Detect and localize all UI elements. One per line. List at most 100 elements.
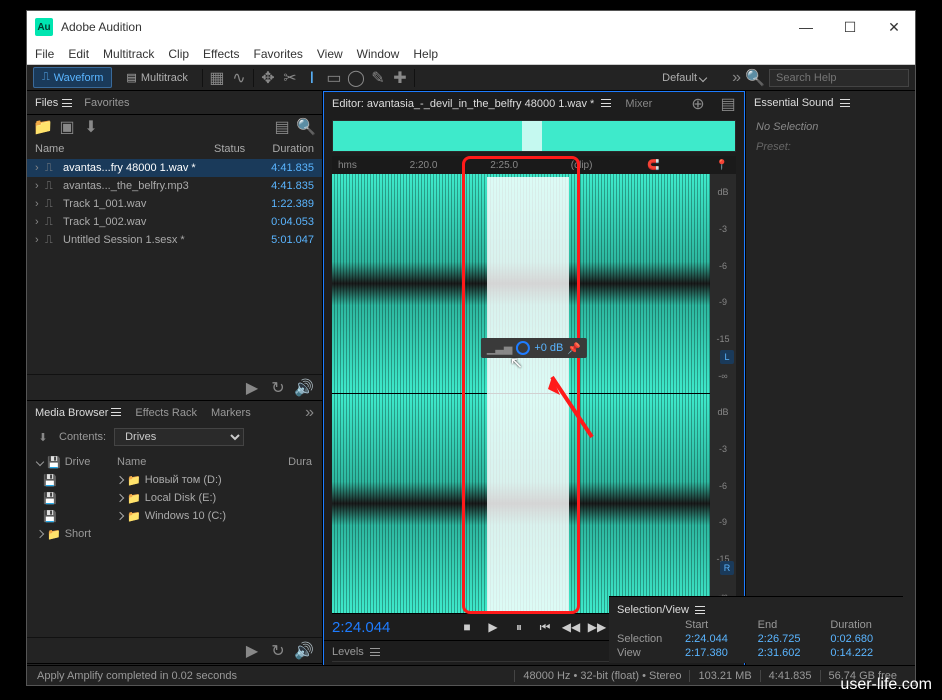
- folder-item[interactable]: 📁Local Disk (E:): [111, 489, 318, 507]
- volume-bars-icon: ▁▃▅: [487, 342, 512, 355]
- db-scale: dB-3-6-9-15-∞ L dB-3-6-9-15-∞ R: [710, 174, 736, 614]
- folder-item[interactable]: 📁Новый том (D:): [111, 471, 318, 489]
- pin-icon[interactable]: 📌: [567, 342, 581, 355]
- filter-icon[interactable]: ▤: [274, 119, 290, 135]
- pitch-display-icon[interactable]: ∿: [231, 70, 247, 86]
- auto-play-icon[interactable]: 🔊: [296, 643, 312, 659]
- selection-duration[interactable]: 0:02.680: [830, 633, 895, 645]
- cursor-pointer-icon: ↖: [510, 353, 523, 373]
- move-tool-icon[interactable]: ✥: [260, 70, 276, 86]
- waveform-editor[interactable]: hms 2:20.0 2:25.0 (clip) 🧲 📍 dB-3-6-9-15…: [332, 156, 736, 614]
- view-options-icon[interactable]: ⊕: [690, 96, 706, 112]
- multitrack-mode-button[interactable]: ▤ Multitrack: [118, 68, 195, 87]
- pause-button[interactable]: ⏸: [510, 618, 528, 636]
- menu-effects[interactable]: Effects: [203, 47, 239, 61]
- time-select-tool-icon[interactable]: Ⅰ: [304, 70, 320, 86]
- play-icon[interactable]: ▶: [244, 643, 260, 659]
- selection-view-panel: Selection/View Start End Duration Select…: [609, 596, 903, 663]
- gain-value: +0 dB: [534, 342, 563, 354]
- lasso-tool-icon[interactable]: ◯: [348, 70, 364, 86]
- new-file-icon[interactable]: ▣: [59, 119, 75, 135]
- skip-back-button[interactable]: ⏮: [536, 618, 554, 636]
- menu-window[interactable]: Window: [357, 47, 400, 61]
- menu-view[interactable]: View: [317, 47, 343, 61]
- minimize-button[interactable]: —: [793, 14, 819, 40]
- panel-menu-icon[interactable]: ▤: [720, 96, 736, 112]
- waveform-label: Waveform: [54, 72, 104, 84]
- channel-r-badge[interactable]: R: [720, 561, 734, 575]
- maximize-button[interactable]: ☐: [837, 14, 863, 40]
- file-row[interactable]: ›⎍Track 1_001.wav1:22.389: [27, 195, 322, 213]
- menu-help[interactable]: Help: [413, 47, 438, 61]
- editor-tab[interactable]: Editor: avantasia_-_devil_in_the_belfry …: [332, 98, 611, 110]
- tab-favorites[interactable]: Favorites: [84, 97, 129, 109]
- stop-button[interactable]: ■: [458, 618, 476, 636]
- channel-l-badge[interactable]: L: [720, 350, 734, 364]
- menu-favorites[interactable]: Favorites: [254, 47, 303, 61]
- import-icon[interactable]: ⬇: [83, 119, 99, 135]
- workspace-dropdown[interactable]: Default: [662, 72, 706, 84]
- forward-button[interactable]: ▶▶: [588, 618, 606, 636]
- pin-icon[interactable]: 📍: [714, 157, 730, 173]
- view-duration[interactable]: 0:14.222: [830, 647, 895, 659]
- menu-multitrack[interactable]: Multitrack: [103, 47, 154, 61]
- gain-hud[interactable]: ▁▃▅ +0 dB 📌: [481, 338, 587, 358]
- search-files-icon[interactable]: 🔍: [298, 119, 314, 135]
- snap-icon[interactable]: 🧲: [645, 157, 661, 173]
- tab-effects-rack[interactable]: Effects Rack: [135, 407, 197, 419]
- auto-play-icon[interactable]: 🔊: [296, 380, 312, 396]
- heal-tool-icon[interactable]: ✚: [392, 70, 408, 86]
- selection-start[interactable]: 2:24.044: [685, 633, 750, 645]
- drive-item[interactable]: 💾: [31, 471, 111, 489]
- overview-waveform[interactable]: [332, 120, 736, 152]
- menubar: File Edit Multitrack Clip Effects Favori…: [27, 43, 915, 65]
- contents-dropdown[interactable]: Drives: [114, 428, 244, 446]
- menu-clip[interactable]: Clip: [168, 47, 189, 61]
- hamburger-icon: [695, 606, 705, 614]
- selection-end[interactable]: 2:26.725: [758, 633, 823, 645]
- preset-label: Preset:: [756, 141, 905, 153]
- import-media-icon[interactable]: ⬇: [35, 429, 51, 445]
- view-start[interactable]: 2:17.380: [685, 647, 750, 659]
- loop-icon[interactable]: ↻: [270, 643, 286, 659]
- tab-media-browser[interactable]: Media Browser: [35, 407, 121, 419]
- view-end[interactable]: 2:31.602: [758, 647, 823, 659]
- razor-tool-icon[interactable]: ✂: [282, 70, 298, 86]
- main-toolbar: ⎍ Waveform ▤ Multitrack ▦ ∿ ✥ ✂ Ⅰ ▭ ◯ ✎ …: [27, 65, 915, 91]
- chevron-down-icon: [699, 73, 707, 81]
- open-file-icon[interactable]: 📁: [35, 119, 51, 135]
- waveform-icon: ⎍: [42, 71, 50, 84]
- status-format: 48000 Hz • 32-bit (float) • Stereo: [514, 670, 689, 682]
- drive-item[interactable]: 💾: [31, 507, 111, 525]
- timecode-display[interactable]: 2:24.044: [332, 619, 450, 636]
- file-row[interactable]: ›⎍avantas..._the_belfry.mp34:41.835: [27, 177, 322, 195]
- file-row[interactable]: ›⎍Untitled Session 1.sesx *5:01.047: [27, 231, 322, 249]
- menu-file[interactable]: File: [35, 47, 54, 61]
- brush-tool-icon[interactable]: ✎: [370, 70, 386, 86]
- status-bar: Apply Amplify completed in 0.02 seconds …: [27, 665, 915, 685]
- tab-files[interactable]: Files: [35, 97, 72, 109]
- search-input[interactable]: [769, 69, 909, 87]
- levels-title: Levels: [332, 646, 364, 658]
- play-icon[interactable]: ▶: [244, 380, 260, 396]
- play-button[interactable]: ▶: [484, 618, 502, 636]
- no-selection-label: No Selection: [756, 121, 905, 133]
- marquee-tool-icon[interactable]: ▭: [326, 70, 342, 86]
- hamburger-icon: [111, 408, 121, 416]
- close-button[interactable]: ✕: [881, 14, 907, 40]
- loop-icon[interactable]: ↻: [270, 380, 286, 396]
- mixer-tab[interactable]: Mixer: [625, 98, 652, 110]
- hamburger-icon: [601, 99, 611, 107]
- rewind-button[interactable]: ◀◀: [562, 618, 580, 636]
- menu-edit[interactable]: Edit: [68, 47, 89, 61]
- waveform-mode-button[interactable]: ⎍ Waveform: [33, 67, 112, 88]
- folder-item[interactable]: 📁Windows 10 (C:): [111, 507, 318, 525]
- spectral-display-icon[interactable]: ▦: [209, 70, 225, 86]
- hamburger-icon: [840, 99, 850, 107]
- file-row[interactable]: ›⎍avantas...fry 48000 1.wav *4:41.835: [27, 159, 322, 177]
- tab-markers[interactable]: Markers: [211, 407, 251, 419]
- drive-item[interactable]: 💾: [31, 489, 111, 507]
- search-icon: 🔍: [747, 70, 763, 86]
- file-row[interactable]: ›⎍Track 1_002.wav0:04.053: [27, 213, 322, 231]
- contents-label: Contents:: [59, 431, 106, 443]
